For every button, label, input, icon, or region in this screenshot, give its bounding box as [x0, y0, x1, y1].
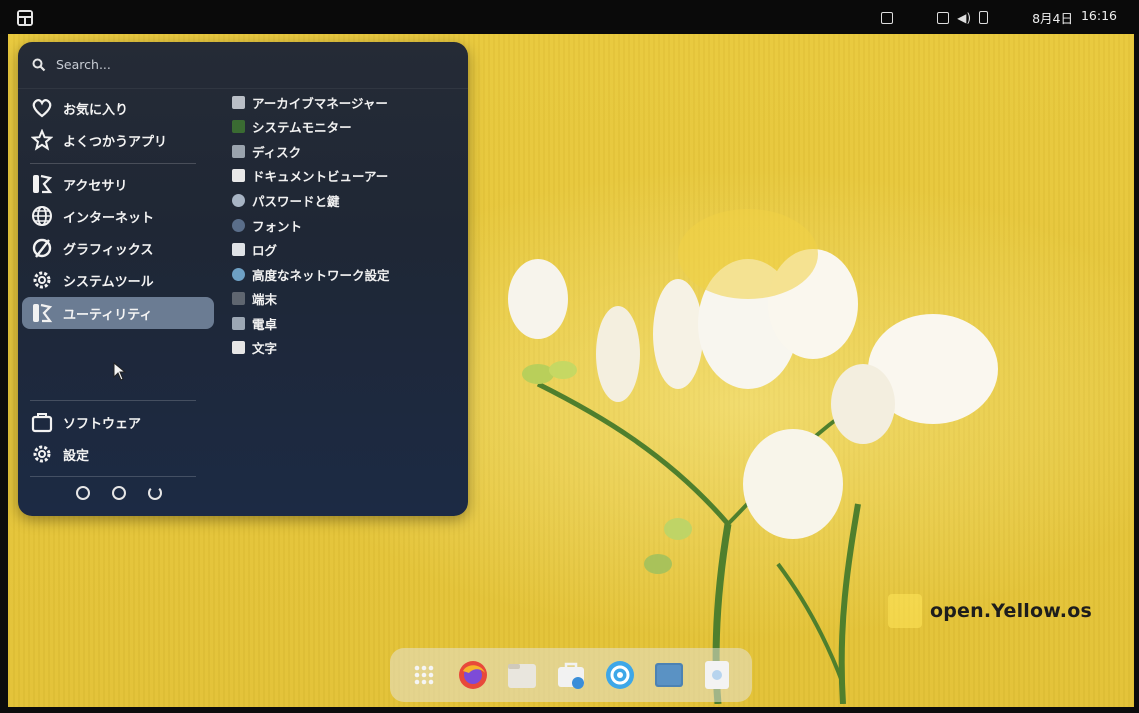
activities-icon[interactable]: [16, 9, 34, 27]
app-item[interactable]: アーカイブマネージャー: [232, 91, 388, 113]
utilities-icon: [30, 301, 54, 325]
app-label: フォント: [252, 218, 303, 234]
app-label: アーカイブマネージャー: [252, 95, 388, 111]
status-area: ◀) 8月4日 16:16: [881, 8, 1117, 27]
app-item[interactable]: 文字: [232, 336, 277, 358]
calculator-icon: [232, 316, 245, 330]
search-icon: [32, 58, 46, 71]
app-item[interactable]: ログ: [232, 238, 277, 260]
category-divider: [30, 163, 196, 164]
category-label: アクセサリ: [63, 178, 128, 194]
dock: [390, 648, 752, 702]
category-system-tools[interactable]: システムツール: [22, 264, 214, 296]
app-grid-icon[interactable]: [407, 658, 441, 692]
app-label: ディスク: [252, 144, 302, 160]
category-label: グラフィックス: [63, 242, 154, 258]
network-icon: [232, 267, 245, 281]
gear-icon: [30, 442, 54, 466]
category-favorites[interactable]: お気に入り: [22, 92, 214, 124]
category-label: お気に入り: [63, 102, 129, 118]
brand-logo-icon: [888, 594, 922, 628]
app-item[interactable]: パスワードと鍵: [232, 189, 340, 211]
font-icon: [232, 218, 245, 232]
search-divider: [18, 88, 468, 89]
category-label: ユーティリティ: [63, 307, 153, 323]
top-bar: ◀) 8月4日 16:16: [0, 0, 1139, 34]
gear-icon: [30, 268, 54, 292]
app-item[interactable]: ディスク: [232, 140, 301, 162]
app-item[interactable]: ドキュメントビューアー: [232, 164, 388, 186]
text-editor-icon[interactable]: [700, 658, 734, 692]
software-icon[interactable]: [554, 658, 588, 692]
category-settings[interactable]: 設定: [22, 438, 214, 470]
power-controls: [76, 486, 162, 500]
document-viewer-icon: [232, 168, 245, 182]
globe-icon: [30, 204, 54, 228]
category-frequent[interactable]: よくつかうアプリ: [22, 124, 214, 156]
input-method-icon[interactable]: [881, 11, 894, 24]
files-icon[interactable]: [505, 658, 539, 692]
display-icon[interactable]: [937, 11, 950, 24]
category-internet[interactable]: インターネット: [22, 200, 214, 232]
app-label: ログ: [252, 242, 278, 258]
star-icon: [30, 128, 54, 152]
system-monitor-icon: [232, 119, 245, 133]
key-icon: [232, 193, 245, 207]
app-item[interactable]: 高度なネットワーク設定: [232, 263, 390, 285]
mouse-pointer-icon: [113, 362, 127, 381]
app-menu: お気に入り よくつかうアプリ アクセサリ インターネット グラフィックス: [18, 42, 468, 516]
settings-icon[interactable]: [603, 658, 637, 692]
app-label: ドキュメントビューアー: [252, 168, 389, 184]
power-icon[interactable]: [148, 486, 162, 500]
clock[interactable]: 8月4日 16:16: [1032, 8, 1117, 27]
app-item[interactable]: 端末: [232, 287, 277, 309]
app-label: システムモニター: [252, 119, 352, 135]
software-bag-icon: [30, 410, 54, 434]
disk-icon: [232, 144, 245, 158]
category-utilities[interactable]: ユーティリティ: [22, 297, 214, 329]
app-label: 高度なネットワーク設定: [252, 267, 390, 283]
category-label: ソフトウェア: [63, 416, 142, 432]
search-input[interactable]: [54, 56, 438, 73]
category-label: よくつかうアプリ: [63, 134, 168, 150]
battery-icon[interactable]: [979, 11, 989, 24]
brand-text: open.Yellow.os: [930, 600, 1092, 622]
terminal-icon[interactable]: [652, 658, 686, 692]
bottom-divider: [30, 400, 196, 401]
app-item[interactable]: 電卓: [232, 312, 277, 334]
accessories-icon: [30, 172, 54, 196]
app-label: パスワードと鍵: [252, 193, 340, 209]
restart-icon[interactable]: [112, 486, 126, 500]
search-bar[interactable]: [32, 56, 438, 73]
log-icon: [232, 242, 245, 256]
category-label: 設定: [63, 448, 90, 464]
desktop[interactable]: open.Yellow.os Search... お気に入り よくつかうアプリ …: [8, 34, 1134, 707]
app-label: 端末: [252, 291, 278, 307]
heart-icon: [30, 96, 54, 120]
suspend-icon[interactable]: [76, 486, 90, 500]
clock-time: 16:16: [1080, 8, 1117, 23]
terminal-icon: [232, 291, 245, 305]
brand-watermark: open.Yellow.os: [888, 594, 1092, 628]
volume-icon[interactable]: ◀): [957, 11, 971, 25]
app-label: 文字: [252, 340, 278, 356]
app-item[interactable]: フォント: [232, 214, 302, 236]
category-graphics[interactable]: グラフィックス: [22, 232, 214, 264]
category-label: システムツール: [63, 274, 154, 290]
category-label: インターネット: [63, 210, 155, 226]
category-software[interactable]: ソフトウェア: [22, 406, 214, 438]
power-divider: [30, 476, 196, 477]
category-accessories[interactable]: アクセサリ: [22, 168, 214, 200]
graphics-icon: [30, 236, 54, 260]
archive-icon: [232, 95, 245, 109]
firefox-icon[interactable]: [456, 658, 490, 692]
app-label: 電卓: [252, 316, 278, 332]
clock-date: 8月4日: [1032, 11, 1073, 26]
characters-icon: [232, 340, 245, 354]
app-item[interactable]: システムモニター: [232, 115, 352, 137]
